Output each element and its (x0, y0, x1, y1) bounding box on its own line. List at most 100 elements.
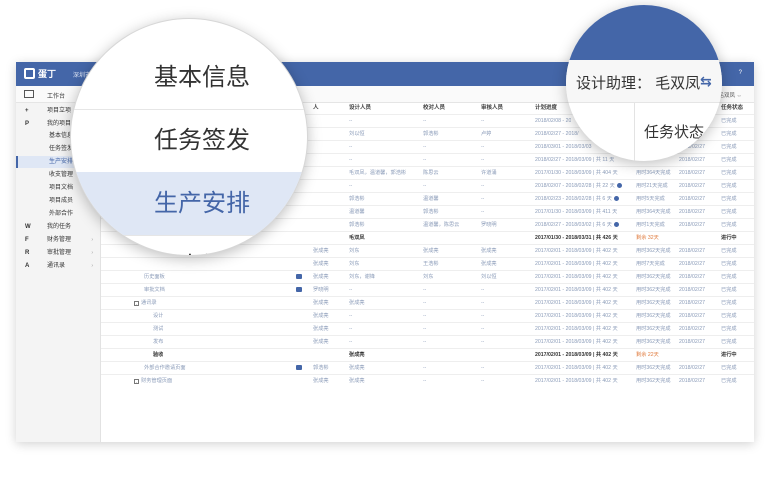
cell-text: 2017/02/01 - 2018/03/09 | 共 402 天 (535, 274, 618, 280)
cell-checker: 温道馨 (423, 193, 439, 205)
cell-date: 2018/02/27 (679, 323, 705, 335)
table-row[interactable]: 验收 张成亮 2017/02/01 - 2018/03/09 | 共 402 天 剩余… (101, 348, 754, 361)
cell-text: 用时362天完成 (636, 365, 671, 371)
cell-text: 2018/02/27 (679, 274, 705, 280)
table-row[interactable]: 外部合作邀请页面 郭浩彬 张成亮 -- -- 2017/02/01 - 2018/03/0… (101, 361, 754, 374)
cell-text: -- (481, 287, 485, 293)
chevron-right-icon: › (91, 263, 93, 269)
cell-remark: 用时362天完成 (636, 297, 671, 309)
cell-text: -- (481, 183, 485, 189)
cell-checker: -- (423, 323, 426, 335)
cell-text: 张成亮 (313, 274, 329, 280)
info-icon[interactable] (613, 222, 619, 227)
task-name[interactable]: - 通讯录 (134, 297, 157, 309)
cell-remark: 用时362天完成 (636, 245, 671, 257)
magnifier-header: 设计助理： 毛双凤 ⇆ 任务状态 (566, 5, 722, 161)
cell-assignee: 张成亮 (313, 258, 329, 270)
comment-icon[interactable] (296, 365, 302, 370)
cell-text: 温道馨 (349, 209, 365, 215)
cell-text: 毛双凤，温道馨，郭浩彬 (349, 170, 407, 176)
cell-text: 2018/03/01 - 2018/03/03 (535, 144, 592, 150)
cell-designer: -- (349, 284, 352, 296)
help-button[interactable]: ? (739, 70, 742, 76)
cell-assignee: 张成亮 (313, 323, 329, 335)
task-name[interactable]: 验收 (153, 349, 163, 361)
column-header: 计划进度 (535, 105, 558, 111)
cell-reviewer: 张成亮 (481, 245, 497, 257)
cell-text: 2018/02/27 (679, 313, 705, 319)
comment-icon[interactable] (296, 274, 302, 279)
cell-text: 已完成 (721, 326, 737, 332)
sidebar-item-letter: W (25, 224, 31, 230)
collapse-icon[interactable]: - (134, 379, 139, 384)
task-name[interactable]: - 财务管理页面 (134, 375, 172, 387)
task-name[interactable]: 外部合作邀请页面 (144, 362, 186, 374)
cell-date: 2018/02/27 (679, 297, 705, 309)
cell-text: 用时362天完成 (636, 378, 671, 384)
table-row[interactable]: 测试 张成亮 -- -- -- 2017/02/01 - 2018/03/09 | 共 4… (101, 322, 754, 335)
magnified-menu-item[interactable]: 生产安排 (71, 172, 307, 235)
table-row[interactable]: - 财务管理页面 张成亮 张成亮 -- -- 2017/02/01 - 2018/03/09… (101, 374, 754, 387)
magnified-menu-label: 任务签发 (154, 127, 250, 154)
cell-text: 张成亮 (481, 261, 497, 267)
workspace-tab[interactable]: 工作台 (47, 91, 65, 100)
cell-checker: -- (423, 115, 426, 127)
task-name[interactable]: 发布 (153, 336, 163, 348)
cell-text: 剩余 32天 (636, 235, 659, 241)
table-row[interactable]: - 通讯录 张成亮 张成亮 -- -- 2017/02/01 - 2018/03/09 | … (101, 296, 754, 309)
sidebar-item-letter: A (25, 263, 30, 269)
cell-text: 2018/02/27 (679, 183, 705, 189)
cell-text: 已完成 (721, 248, 737, 254)
task-name[interactable]: 设计 (153, 310, 163, 322)
cell-text: -- (349, 157, 353, 163)
cell-date: 2018/02/27 (679, 180, 705, 192)
cell-text: 张成亮 (349, 365, 365, 371)
magnified-menu-item[interactable]: 收支管理 (71, 235, 307, 255)
cell-text: 剩余 22天 (636, 352, 659, 358)
cell-text: -- (423, 300, 427, 306)
cell-assignee: 张成亮 (313, 271, 329, 283)
cell-checker: -- (423, 375, 426, 387)
task-name-text: 测试 (153, 326, 164, 332)
task-name[interactable]: 测试 (153, 323, 163, 335)
cell-reviewer: 张成亮 (481, 258, 497, 270)
cell-plan: 2017/02/01 - 2018/03/09 | 共 402 天 (535, 271, 618, 283)
cell-text: -- (423, 313, 427, 319)
cell-text: 2017/02/01 - 2018/03/09 | 共 402 天 (535, 365, 618, 371)
table-row[interactable]: 审批文档 罗晓明 -- -- -- 2017/02/01 - 2018/03/09 | 共… (101, 283, 754, 296)
cell-assignee: 郭浩彬 (313, 362, 329, 374)
cell-checker: 郭浩彬 (423, 128, 439, 140)
cell-status: 已完成 (721, 115, 737, 127)
table-row[interactable]: 发布 张成亮 -- -- -- 2017/02/01 - 2018/03/09 | 共 4… (101, 335, 754, 348)
info-icon[interactable] (616, 183, 622, 188)
cell-remark: 用时364天完成 (636, 206, 671, 218)
app-logo[interactable]: 蛋丁 (24, 67, 56, 80)
cell-remark: 用时21天完成 (636, 180, 668, 192)
cell-text: 已完成 (721, 365, 737, 371)
magnified-menu-item[interactable]: 基本信息 (71, 46, 307, 109)
table-row[interactable]: 历史面板 张成亮 刘东，谢锋 刘东 刘以恒 2017/02/01 - 2018/03/09… (101, 270, 754, 283)
cell-text: 已完成 (721, 339, 737, 345)
comment-icon[interactable] (296, 287, 302, 292)
sidebar-item-label: 我的项目 (47, 121, 72, 127)
sidebar-item-letter: P (25, 121, 30, 127)
task-name[interactable]: 审批文档 (144, 284, 165, 296)
task-name[interactable]: 历史面板 (144, 271, 165, 283)
cell-remark: 用时362天完成 (636, 362, 671, 374)
collapse-icon[interactable]: - (134, 301, 139, 306)
design-assistant-label: 设计助理： 毛双凤 (576, 75, 701, 92)
cell-text: 2017/02/01 - 2018/03/09 | 共 402 天 (535, 313, 618, 319)
cell-text: -- (481, 196, 485, 202)
cell-text: 张成亮 (313, 261, 329, 267)
table-row[interactable]: 设计 张成亮 -- -- -- 2017/02/01 - 2018/03/09 | 共 4… (101, 309, 754, 322)
magnified-menu-item[interactable]: 任务签发 (71, 109, 307, 172)
table-row[interactable]: 张成亮 刘东 王浩彬 张成亮 2017/02/01 - 2018/03/09 | 共 4… (101, 257, 754, 270)
sidebar-item[interactable]: A 通讯录 › (16, 260, 101, 272)
cell-text: -- (481, 144, 485, 150)
cell-checker: -- (423, 310, 426, 322)
info-icon[interactable] (613, 196, 619, 201)
cell-status: 已完成 (721, 284, 737, 296)
sidebar-item-label: 财务管理 (47, 237, 72, 243)
sync-icon[interactable]: ⇆ (700, 73, 712, 90)
cell-text: -- (481, 339, 485, 345)
